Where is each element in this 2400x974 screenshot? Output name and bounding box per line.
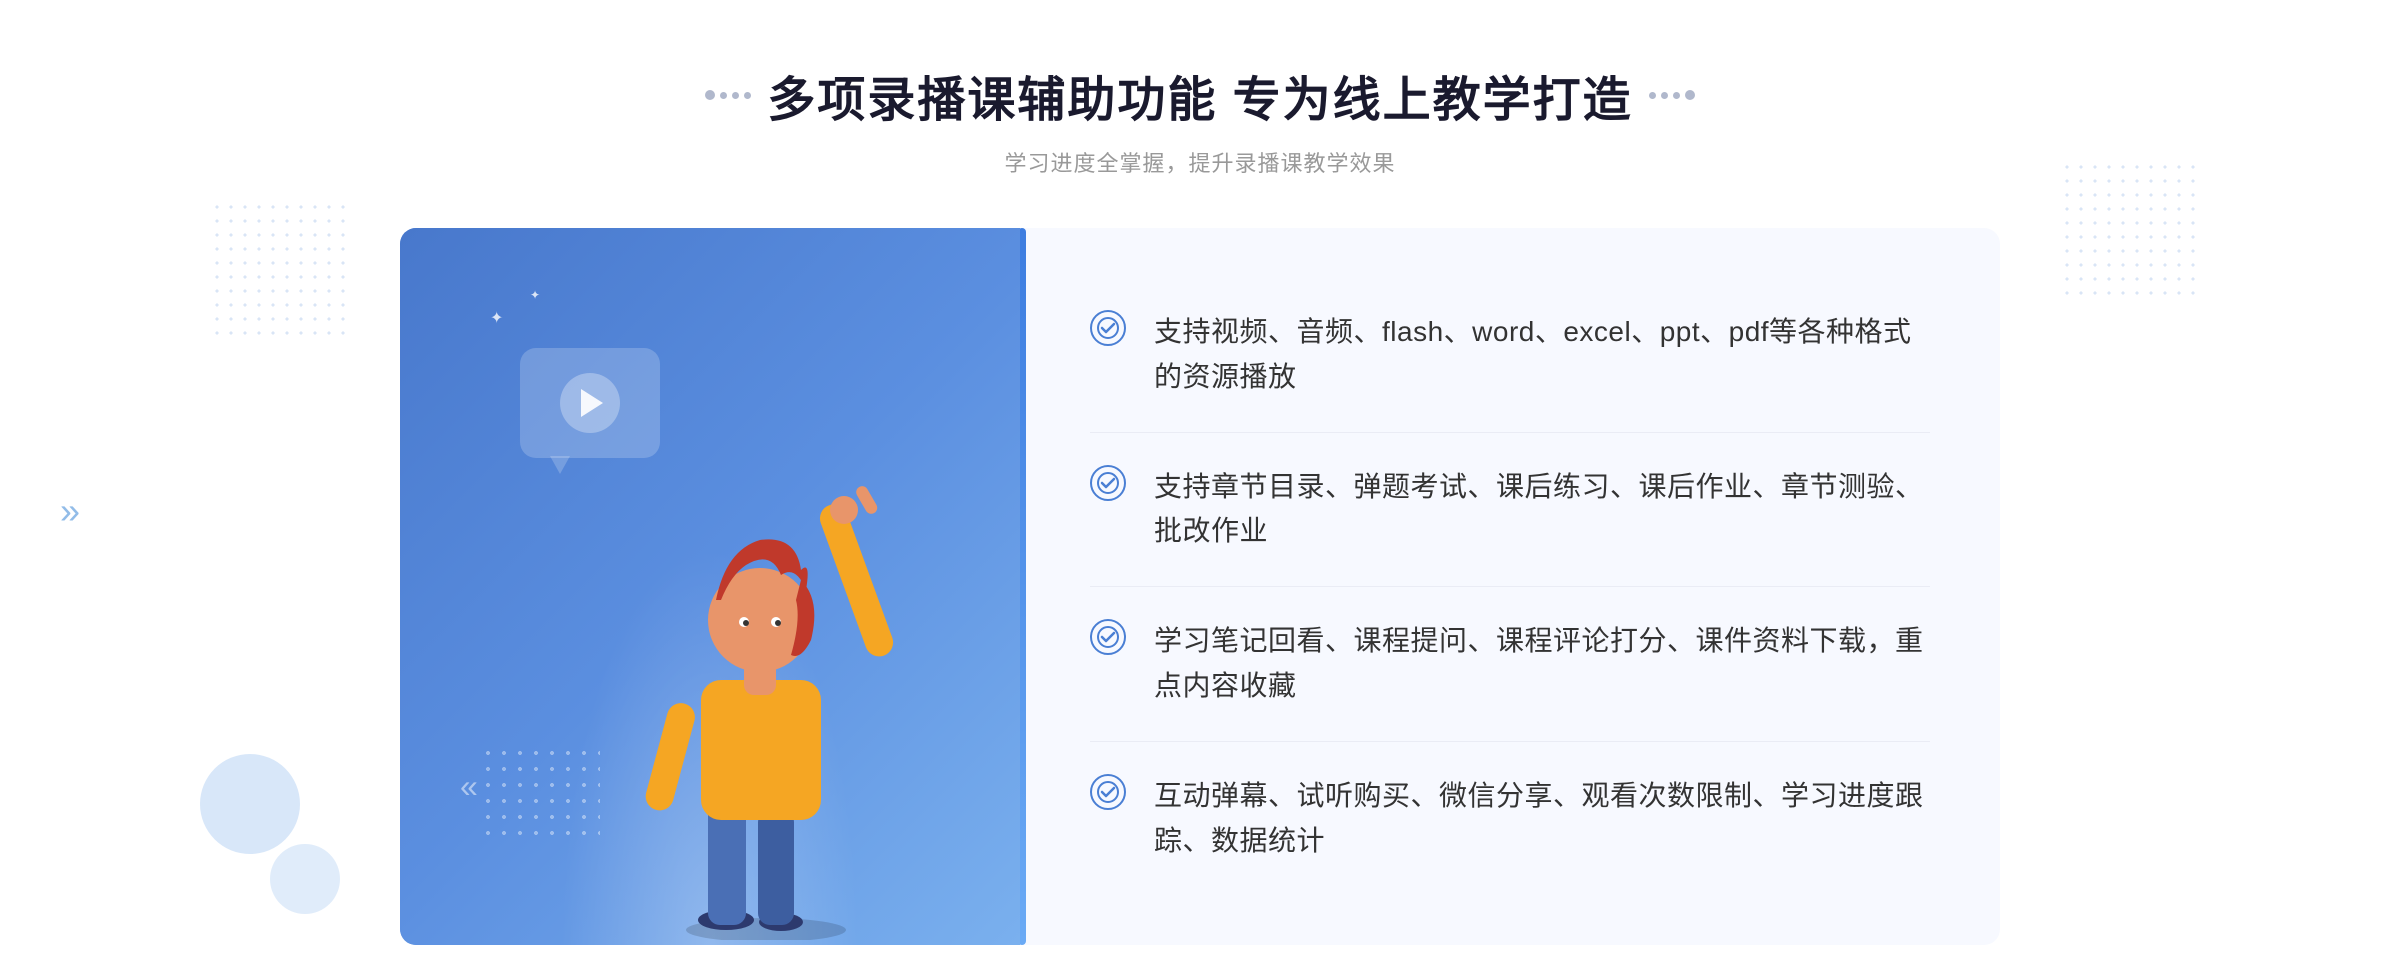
arrow-left-decoration: »: [60, 490, 80, 532]
page-title: 多项录播课辅助功能 专为线上教学打造: [767, 60, 1632, 130]
features-area: 支持视频、音频、flash、word、excel、ppt、pdf等各种格式的资源…: [1020, 228, 2000, 945]
feature-text-3: 学习笔记回看、课程提问、课程评论打分、课件资料下载，重点内容收藏: [1154, 619, 1930, 709]
header-dots-right: [1649, 90, 1695, 100]
circle-decoration-1: [200, 754, 300, 854]
header-section: 多项录播课辅助功能 专为线上教学打造 学习进度全掌握，提升录播课教学效果: [705, 60, 1694, 178]
illustration-dots: [480, 745, 600, 845]
title-row: 多项录播课辅助功能 专为线上教学打造: [705, 60, 1694, 130]
feature-item-3: 学习笔记回看、课程提问、课程评论打分、课件资料下载，重点内容收藏: [1090, 587, 1930, 742]
page-wrapper: » 多项录播课辅助功能 专为线上教学打造 学习进度全掌握，提升录播课教学效果: [0, 0, 2400, 974]
feature-item-2: 支持章节目录、弹题考试、课后练习、课后作业、章节测验、批改作业: [1090, 433, 1930, 588]
dot: [744, 92, 751, 99]
circle-decoration-2: [270, 844, 340, 914]
check-icon-3: [1090, 619, 1126, 655]
play-button-icon: [560, 373, 620, 433]
feature-text-2: 支持章节目录、弹题考试、课后练习、课后作业、章节测验、批改作业: [1154, 465, 1930, 555]
feature-item-4: 互动弹幕、试听购买、微信分享、观看次数限制、学习进度跟踪、数据统计: [1090, 742, 1930, 896]
check-icon-4: [1090, 774, 1126, 810]
feature-text-4: 互动弹幕、试听购买、微信分享、观看次数限制、学习进度跟踪、数据统计: [1154, 774, 1930, 864]
illustration-area: ✦ ✦: [400, 228, 1020, 945]
dot: [705, 90, 715, 100]
illustration-arrows: «: [460, 768, 478, 805]
feature-item-1: 支持视频、音频、flash、word、excel、ppt、pdf等各种格式的资源…: [1090, 278, 1930, 433]
play-bubble: [520, 348, 660, 458]
dots-decoration-right: [2060, 160, 2200, 300]
sparkle-icon-2: ✦: [530, 288, 540, 302]
dot: [1673, 92, 1680, 99]
dots-decoration-left: [210, 200, 350, 340]
dot: [1649, 92, 1656, 99]
check-icon-1: [1090, 310, 1126, 346]
dot: [732, 92, 739, 99]
person-figure: [626, 460, 906, 945]
dot: [1685, 90, 1695, 100]
dot: [1661, 92, 1668, 99]
check-icon-2: [1090, 465, 1126, 501]
page-subtitle: 学习进度全掌握，提升录播课教学效果: [705, 146, 1694, 178]
header-dots-left: [705, 90, 751, 100]
main-content: ✦ ✦: [400, 228, 2000, 945]
dot: [720, 92, 727, 99]
sparkle-icon-1: ✦: [490, 308, 503, 328]
feature-text-1: 支持视频、音频、flash、word、excel、ppt、pdf等各种格式的资源…: [1154, 310, 1930, 400]
play-triangle: [581, 389, 603, 417]
